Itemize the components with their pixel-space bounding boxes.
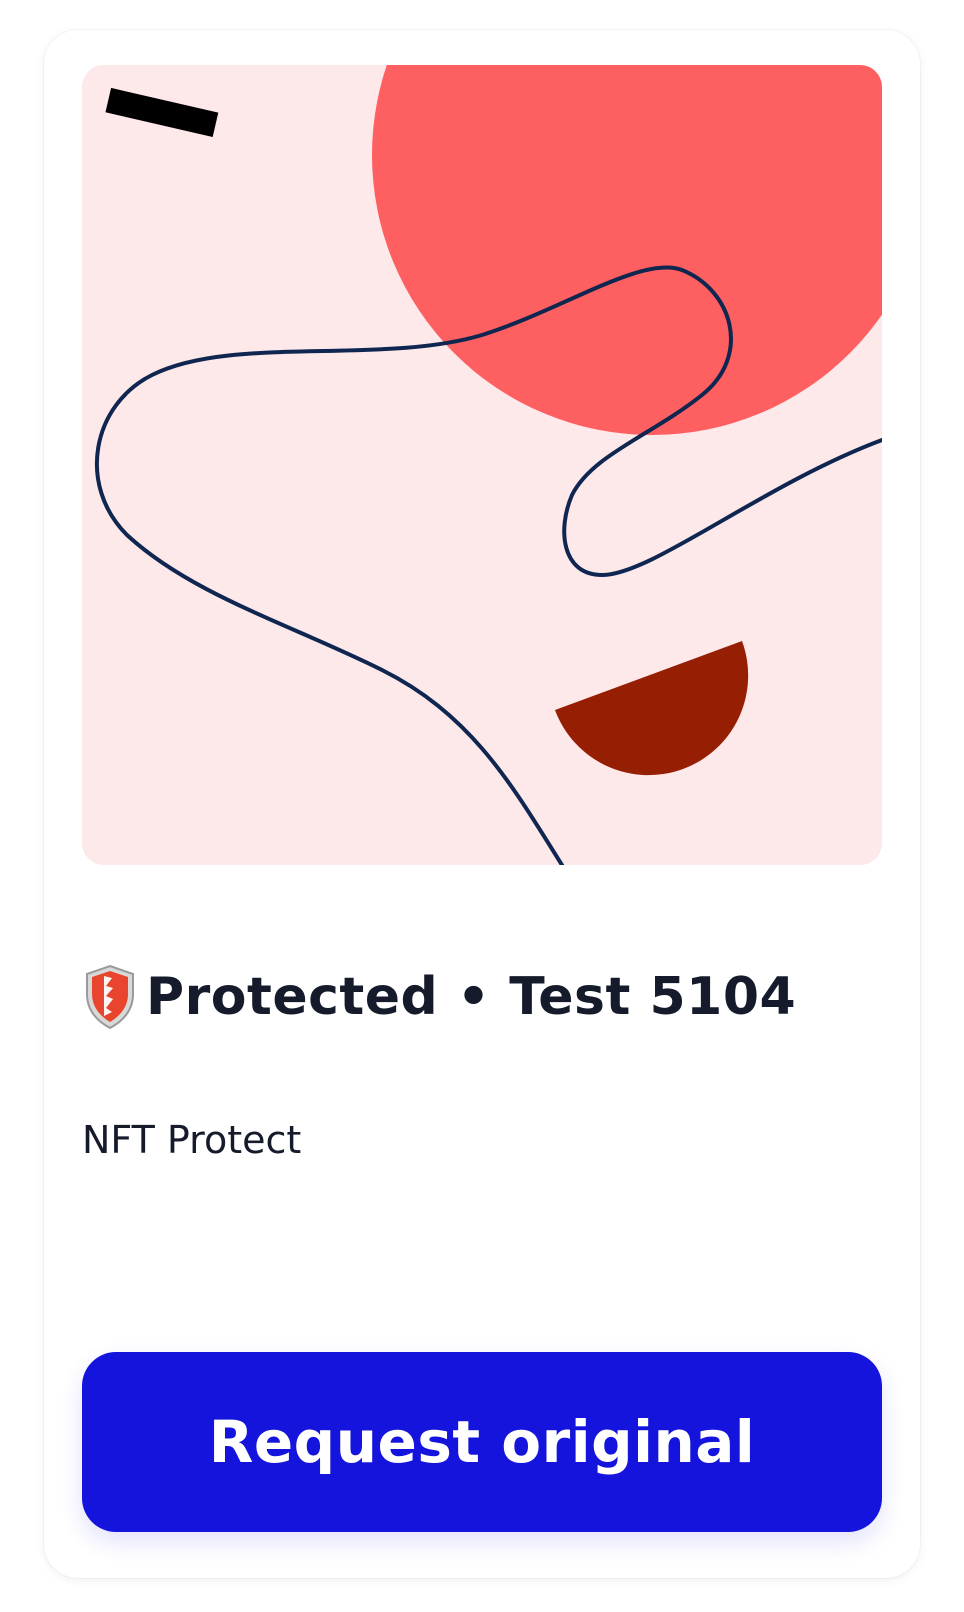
nft-title: Protected • Test 5104 [146, 967, 797, 1027]
request-original-button[interactable]: Request original [82, 1352, 882, 1532]
shield-icon [82, 964, 138, 1030]
collection-name: NFT Protect [82, 1118, 302, 1162]
nft-card: Protected • Test 5104 NFT Protect Reques… [44, 30, 920, 1578]
title-row: Protected • Test 5104 [82, 962, 796, 1032]
nft-artwork[interactable] [82, 65, 882, 865]
artwork-image [82, 65, 882, 865]
